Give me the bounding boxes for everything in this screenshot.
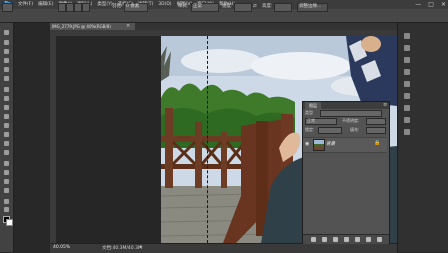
minimize-button[interactable]: — [415, 0, 421, 9]
menu-type[interactable]: 类型(Y) [97, 0, 112, 9]
new-layer-icon[interactable] [365, 237, 371, 242]
layers-panel-footer [303, 234, 389, 244]
marquee-tool-preset-icon[interactable] [2, 3, 13, 12]
move-tool-icon[interactable] [4, 30, 9, 35]
dodge-tool-icon[interactable] [4, 150, 9, 155]
blur-tool-icon[interactable] [4, 141, 9, 146]
pen-tool-icon[interactable] [4, 161, 9, 166]
lock-icons[interactable] [318, 127, 342, 134]
visibility-eye-icon[interactable]: ◉ [305, 141, 309, 147]
selection-guide-line [207, 36, 208, 243]
gradient-tool-icon[interactable] [4, 132, 9, 137]
layer-filter-icons[interactable] [320, 110, 382, 117]
adjustment-layer-icon[interactable] [343, 237, 349, 242]
maximize-button[interactable]: □ [428, 0, 434, 9]
background-color-swatch[interactable] [6, 219, 13, 226]
layer-thumbnail [313, 139, 325, 151]
blend-mode-value: 正常 [307, 118, 315, 123]
path-select-tool-icon[interactable] [4, 179, 9, 184]
intersect-selection-icon[interactable] [82, 3, 90, 12]
document-size: 文档:40.3M/40.3M [102, 246, 142, 251]
lasso-tool-icon[interactable] [4, 49, 9, 54]
window-controls: — □ ✕ [415, 0, 446, 9]
zoom-level[interactable]: 40.05% [53, 245, 70, 250]
channels-panel-icon[interactable] [404, 117, 410, 123]
document-title: IMG_2779.JPG @ 40%(RGB/8) [52, 24, 111, 29]
menu-file[interactable]: 文件(F) [18, 0, 33, 9]
feather-value: 0 像素 [126, 4, 140, 9]
width-input[interactable] [234, 3, 252, 12]
character-panel-icon[interactable] [404, 57, 410, 63]
group-icon[interactable] [354, 237, 360, 242]
delete-layer-icon[interactable] [376, 237, 382, 242]
opacity-label: 不透明度: [342, 118, 360, 123]
add-selection-icon[interactable] [66, 3, 74, 12]
style-value: 正常 [193, 4, 202, 9]
history-brush-tool-icon[interactable] [4, 114, 9, 119]
panel-menu-icon[interactable]: ≡ [383, 102, 387, 109]
new-selection-icon[interactable] [58, 3, 66, 12]
healing-brush-tool-icon[interactable] [4, 87, 9, 92]
paths-panel-icon[interactable] [404, 129, 410, 135]
menu-3d[interactable]: 3D(D) [158, 0, 171, 9]
width-label: 宽度: [222, 4, 233, 9]
eraser-tool-icon[interactable] [4, 123, 9, 128]
clone-stamp-tool-icon[interactable] [4, 105, 9, 110]
brush-tool-icon[interactable] [4, 96, 9, 101]
layer-name[interactable]: 背景 [326, 141, 335, 147]
marquee-tool-icon[interactable] [4, 40, 9, 45]
opacity-input[interactable] [366, 118, 386, 125]
fill-label: 填充: [350, 127, 360, 132]
layer-style-icon[interactable] [321, 237, 327, 242]
lock-icon: 🔒 [374, 140, 381, 146]
swatches-panel-icon[interactable] [404, 93, 410, 99]
properties-panel-icon[interactable] [404, 45, 410, 51]
zoom-tool-icon[interactable] [4, 207, 9, 212]
fill-input[interactable] [366, 127, 386, 134]
feather-label: 羽化: [112, 4, 123, 9]
eyedropper-tool-icon[interactable] [4, 76, 9, 81]
paragraph-panel-icon[interactable] [404, 69, 410, 75]
shape-tool-icon[interactable] [4, 188, 9, 193]
subtract-selection-icon[interactable] [74, 3, 82, 12]
brush-panel-icon[interactable] [404, 81, 410, 87]
style-label: 样式: [178, 4, 189, 9]
type-tool-icon[interactable] [4, 170, 9, 175]
lock-label: 锁定: [305, 127, 315, 132]
status-menu-icon[interactable]: ▸ [140, 244, 143, 250]
close-button[interactable]: ✕ [441, 0, 446, 9]
menu-edit[interactable]: 编辑(E) [38, 0, 53, 9]
filter-kind-label[interactable]: 类型 [305, 110, 313, 116]
refine-edge-label: 调整边缘... [299, 4, 322, 9]
layers-panel-icon[interactable] [404, 105, 410, 111]
height-label: 高度: [262, 4, 273, 9]
hand-tool-icon[interactable] [4, 199, 9, 204]
quick-select-tool-icon[interactable] [4, 58, 9, 63]
layer-mask-icon[interactable] [332, 237, 338, 242]
crop-tool-icon[interactable] [4, 67, 9, 72]
swap-icon[interactable]: ⇄ [253, 3, 257, 10]
height-input[interactable] [274, 3, 292, 12]
history-panel-icon[interactable] [404, 33, 410, 39]
layers-tab[interactable]: 图层 [305, 102, 321, 109]
close-tab-icon[interactable]: × [126, 23, 130, 30]
link-layers-icon[interactable] [310, 237, 316, 242]
